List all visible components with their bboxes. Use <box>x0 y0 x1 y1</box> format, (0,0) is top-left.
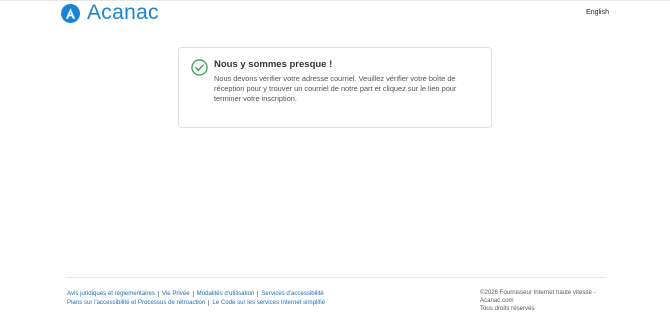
acanac-logo[interactable]: Acanac <box>61 1 159 24</box>
footer-links-row-2: Plans sur l'accessibilité et Processus d… <box>67 298 325 307</box>
verification-notice-card: Nous y sommes presque ! Nous devons véri… <box>178 47 492 128</box>
link-separator <box>208 299 210 306</box>
rights-reserved-text: Tous droits réservés <box>480 305 535 312</box>
footer-links-row-1: Avis juridiques et réglementaires Vie Pr… <box>67 289 325 298</box>
check-circle-icon <box>191 59 208 76</box>
footer-links: Avis juridiques et réglementaires Vie Pr… <box>67 289 325 307</box>
notice-message: Nous devons vérifier votre adresse courr… <box>214 74 457 103</box>
footer-link-privacy[interactable]: Vie Privée <box>162 289 190 298</box>
copyright-text: ©2026 Fournisseur Internet haute vitesse… <box>480 289 596 304</box>
footer-link-terms[interactable]: Modalités d'utilisation <box>197 289 255 298</box>
language-toggle-link[interactable]: English <box>586 9 609 16</box>
footer-divider <box>66 277 606 278</box>
footer-link-accessibility-services[interactable]: Services d'accessibilité <box>261 289 323 298</box>
footer-copyright: ©2026 Fournisseur Internet haute vitesse… <box>480 289 608 313</box>
footer-link-accessibility-plans[interactable]: Plans sur l'accessibilité et Processus d… <box>67 298 205 307</box>
link-separator <box>257 290 259 297</box>
acanac-logo-icon <box>61 3 80 23</box>
footer-link-internet-code[interactable]: Le Code sur les services Internet simpli… <box>212 298 325 307</box>
footer-link-legal[interactable]: Avis juridiques et réglementaires <box>67 289 155 298</box>
link-separator <box>192 290 194 297</box>
brand-name: Acanac <box>87 1 159 24</box>
link-separator <box>157 290 159 297</box>
notice-title: Nous y sommes presque ! <box>214 59 333 70</box>
